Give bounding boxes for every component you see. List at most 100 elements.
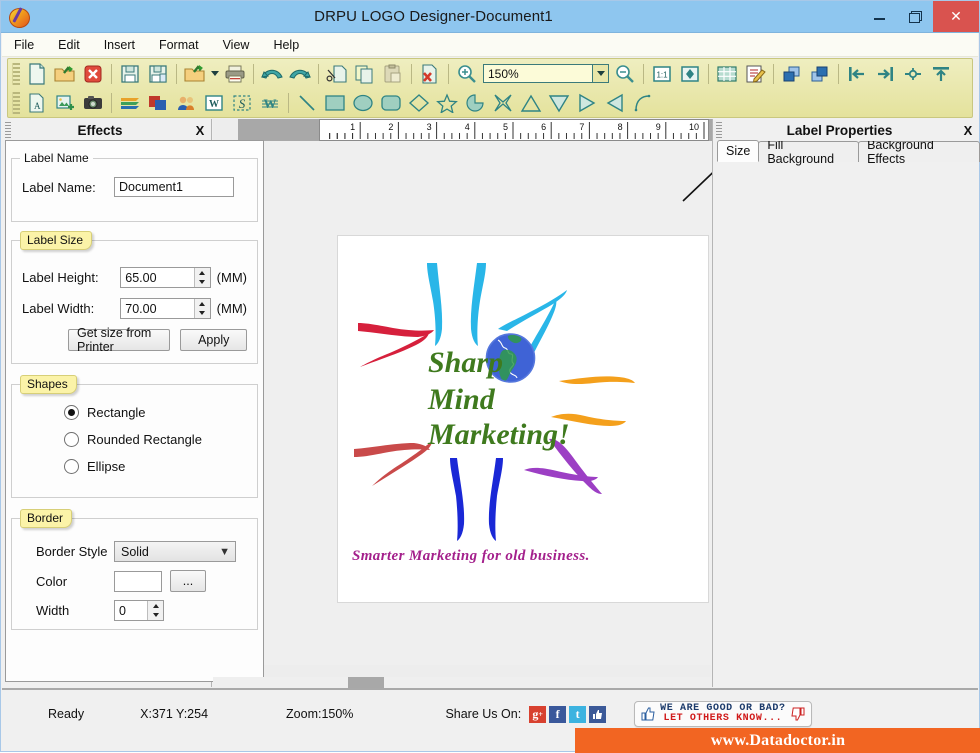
draw-rounded-rectangle-button[interactable] [377, 90, 405, 116]
radio-rounded-rectangle-icon[interactable] [64, 432, 79, 447]
capture-image-button[interactable] [79, 90, 107, 116]
draw-pie-button[interactable] [461, 90, 489, 116]
menu-file[interactable]: File [2, 35, 46, 55]
draw-diamond-button[interactable] [405, 90, 433, 116]
radio-rectangle-icon[interactable] [64, 405, 79, 420]
new-document-button[interactable] [23, 61, 51, 87]
undo-button[interactable] [258, 61, 286, 87]
shape-option-ellipse[interactable]: Ellipse [12, 453, 257, 480]
facebook-icon[interactable]: f [549, 706, 566, 723]
toolbar-grip-icon[interactable] [12, 92, 20, 114]
insert-image-button[interactable] [51, 90, 79, 116]
logo-artwork[interactable]: Sharp Mind Marketing! Smarter Marketing … [338, 236, 710, 604]
shape-option-rounded-rectangle[interactable]: Rounded Rectangle [12, 426, 257, 453]
menu-help[interactable]: Help [261, 35, 311, 55]
draw-ellipse-button[interactable] [349, 90, 377, 116]
label-height-increment[interactable] [195, 268, 210, 278]
close-document-button[interactable] [79, 61, 107, 87]
canvas-area[interactable]: 12345678910 123456789 [213, 119, 711, 687]
border-width-value[interactable]: 0 [115, 601, 147, 620]
insert-signature-button[interactable]: S [228, 90, 256, 116]
draw-line-button[interactable] [293, 90, 321, 116]
tab-background-effects[interactable]: Background Effects [858, 141, 980, 162]
save-as-button[interactable] [144, 61, 172, 87]
show-grid-button[interactable] [713, 61, 741, 87]
menu-edit[interactable]: Edit [46, 35, 92, 55]
export-button[interactable] [181, 61, 209, 87]
zoom-dropdown-button[interactable] [593, 64, 609, 83]
border-width-increment[interactable] [148, 601, 163, 611]
menu-view[interactable]: View [211, 35, 262, 55]
border-color-swatch[interactable] [114, 571, 162, 592]
menu-insert[interactable]: Insert [92, 35, 147, 55]
label-page[interactable]: Sharp Mind Marketing! Smarter Marketing … [337, 235, 709, 603]
align-center-button[interactable] [899, 61, 927, 87]
draw-arc-button[interactable] [629, 90, 657, 116]
zoom-in-button[interactable] [453, 61, 481, 87]
twitter-icon[interactable]: t [569, 706, 586, 723]
draw-star-button[interactable] [433, 90, 461, 116]
draw-triangle-down-button[interactable] [545, 90, 573, 116]
label-height-decrement[interactable] [195, 278, 210, 288]
shape-option-rectangle[interactable]: Rectangle [12, 399, 257, 426]
draw-triangle-up-button[interactable] [517, 90, 545, 116]
insert-clipart-button[interactable] [172, 90, 200, 116]
send-backward-button[interactable] [806, 61, 834, 87]
label-height-stepper[interactable]: 65.00 [120, 267, 210, 288]
restore-button[interactable] [897, 1, 933, 32]
canvas-horizontal-scrollbar[interactable] [213, 677, 711, 688]
align-left-button[interactable] [843, 61, 871, 87]
apply-button[interactable]: Apply [180, 329, 247, 351]
label-width-decrement[interactable] [195, 309, 210, 319]
delete-button[interactable] [416, 61, 444, 87]
border-style-select[interactable]: Solid ▼ [114, 541, 236, 562]
tab-size[interactable]: Size [717, 140, 759, 162]
zoom-combo[interactable]: 150% [483, 64, 609, 84]
insert-ribbon-button[interactable] [116, 90, 144, 116]
scrollbar-thumb[interactable] [348, 677, 384, 688]
minimize-button[interactable] [861, 1, 897, 32]
open-document-button[interactable] [51, 61, 79, 87]
border-width-decrement[interactable] [148, 611, 163, 621]
draw-rectangle-button[interactable] [321, 90, 349, 116]
label-height-value[interactable]: 65.00 [121, 268, 193, 287]
bring-forward-button[interactable] [778, 61, 806, 87]
insert-watermark-button[interactable]: W [256, 90, 284, 116]
border-width-stepper[interactable]: 0 [114, 600, 164, 621]
insert-wordart-button[interactable]: W [200, 90, 228, 116]
draw-four-point-star-button[interactable] [489, 90, 517, 116]
tab-fill-background[interactable]: Fill Background [758, 141, 859, 162]
google-plus-icon[interactable]: g+ [529, 706, 546, 723]
zoom-out-button[interactable] [611, 61, 639, 87]
feedback-button[interactable]: WE ARE GOOD OR BAD? LET OTHERS KNOW... [634, 701, 811, 727]
close-button[interactable]: ✕ [933, 1, 979, 32]
export-dropdown-button[interactable] [209, 61, 221, 87]
label-width-increment[interactable] [195, 299, 210, 309]
draw-triangle-left-button[interactable] [601, 90, 629, 116]
copy-button[interactable] [351, 61, 379, 87]
fit-to-window-button[interactable] [676, 61, 704, 87]
paste-button[interactable] [379, 61, 407, 87]
align-top-button[interactable] [927, 61, 955, 87]
like-icon[interactable] [589, 706, 606, 723]
print-button[interactable] [221, 61, 249, 87]
get-size-from-printer-button[interactable]: Get size from Printer [68, 329, 170, 351]
redo-button[interactable] [286, 61, 314, 87]
insert-text-button[interactable]: A [23, 90, 51, 116]
draw-triangle-right-button[interactable] [573, 90, 601, 116]
menu-format[interactable]: Format [147, 35, 211, 55]
effects-panel-close-icon[interactable]: X [189, 123, 211, 138]
actual-size-button[interactable]: 1:1 [648, 61, 676, 87]
save-button[interactable] [116, 61, 144, 87]
label-properties-close-icon[interactable]: X [957, 123, 979, 138]
insert-shape-fill-button[interactable] [144, 90, 172, 116]
label-width-value[interactable]: 70.00 [121, 299, 193, 318]
radio-ellipse-icon[interactable] [64, 459, 79, 474]
zoom-input[interactable]: 150% [483, 64, 593, 83]
label-name-input[interactable]: Document1 [114, 177, 234, 197]
label-width-stepper[interactable]: 70.00 [120, 298, 210, 319]
toolbar-grip-icon[interactable] [12, 63, 20, 85]
cut-button[interactable] [323, 61, 351, 87]
align-right-button[interactable] [871, 61, 899, 87]
edit-properties-button[interactable] [741, 61, 769, 87]
